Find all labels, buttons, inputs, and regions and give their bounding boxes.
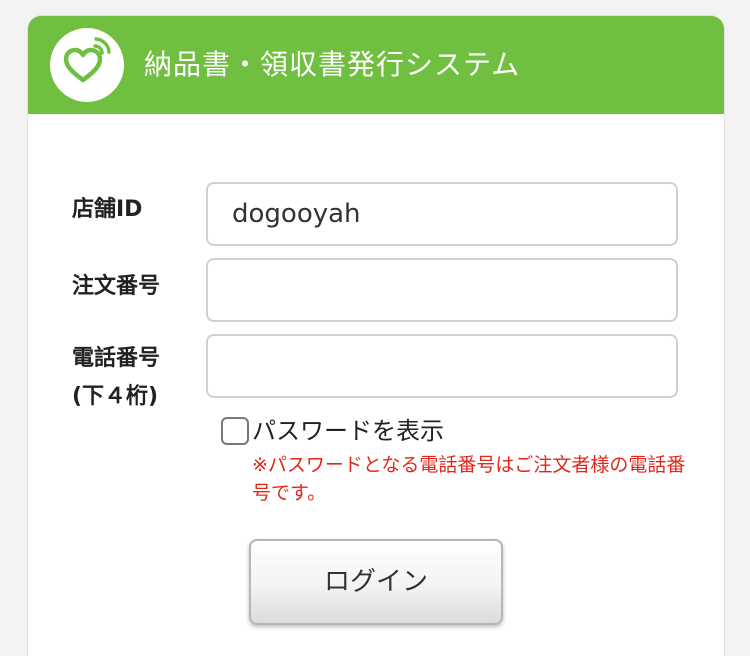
store-id-input[interactable] <box>206 182 678 246</box>
store-id-label: 店舗ID <box>72 197 143 222</box>
order-number-label: 注文番号 <box>72 274 161 299</box>
heart-signal-icon <box>63 37 111 83</box>
phone-label-line2: (下４桁) <box>72 384 159 409</box>
show-password-checkbox[interactable] <box>221 417 249 445</box>
order-number-input[interactable] <box>206 258 678 322</box>
password-note: ※パスワードとなる電話番号はご注文者様の電話番号です。 <box>252 454 686 504</box>
login-card: 納品書・領収書発行システム 店舗ID 注文番号 電話番号 (下４桁) パスワード… <box>27 15 725 656</box>
page-title: 納品書・領収書発行システム <box>144 48 521 81</box>
show-password-label[interactable]: パスワードを表示 <box>252 415 444 447</box>
phone-label-line1: 電話番号 <box>72 346 161 371</box>
logo <box>50 28 124 102</box>
login-button[interactable]: ログイン <box>249 539 503 625</box>
phone-last4-input[interactable] <box>206 334 678 398</box>
header-bar: 納品書・領収書発行システム <box>28 16 724 114</box>
